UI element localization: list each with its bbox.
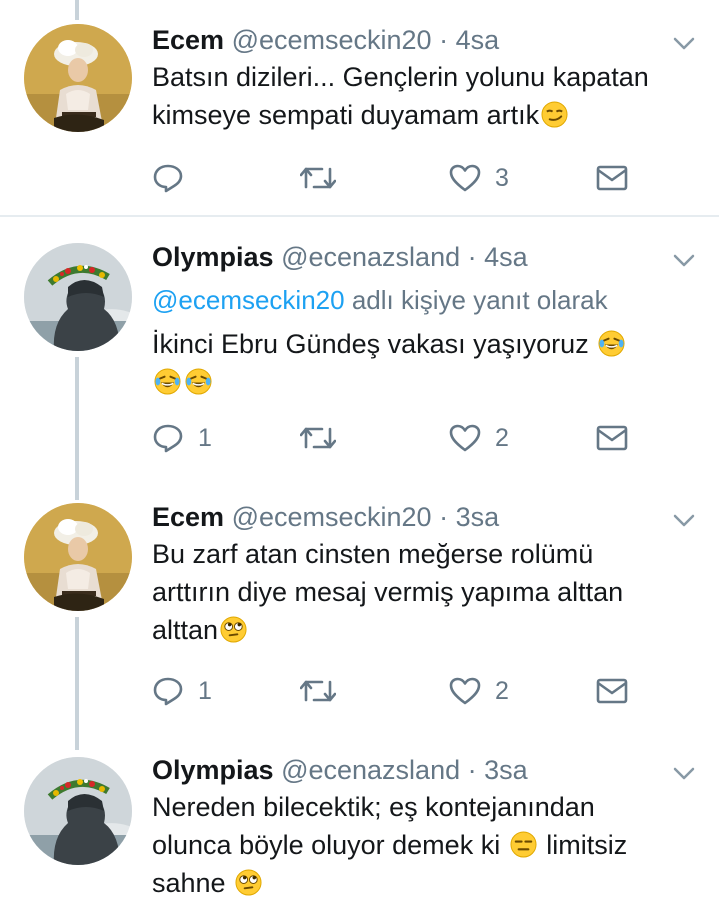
reply-count: 1 bbox=[198, 424, 212, 452]
tweet[interactable]: Olympias @ecenazsland · 4sa @ecemseckin2… bbox=[0, 217, 719, 480]
direct-message-button[interactable] bbox=[596, 676, 628, 706]
separator-dot: · bbox=[467, 242, 477, 272]
tears-of-joy-emoji bbox=[598, 330, 625, 357]
rolling-eyes-emoji bbox=[235, 869, 262, 896]
retweet-icon bbox=[300, 423, 336, 453]
like-button[interactable]: 2 bbox=[449, 423, 509, 453]
retweet-icon bbox=[300, 163, 336, 193]
tweet-text-line: alttan bbox=[152, 615, 219, 645]
author-handle[interactable]: @ecenazsland bbox=[281, 242, 460, 272]
reply-button[interactable]: 1 bbox=[152, 423, 212, 453]
author-name[interactable]: Ecem bbox=[152, 502, 224, 532]
separator-dot: · bbox=[439, 502, 449, 532]
like-count: 2 bbox=[495, 677, 509, 705]
tweet-text-line: limitsiz bbox=[546, 830, 628, 860]
author-handle[interactable]: @ecemseckin20 bbox=[232, 502, 432, 532]
timestamp[interactable]: 3sa bbox=[484, 755, 528, 785]
tears-of-joy-emoji bbox=[185, 368, 212, 395]
like-button[interactable]: 2 bbox=[449, 676, 509, 706]
tweet-header: Ecem @ecemseckin20 · 3sa bbox=[152, 500, 499, 534]
replying-to: @ecemseckin20 adlı kişiye yanıt olarak bbox=[152, 283, 608, 317]
thread-line bbox=[75, 617, 79, 750]
tears-of-joy-emoji bbox=[154, 368, 181, 395]
retweet-icon bbox=[300, 676, 336, 706]
retweet-button[interactable] bbox=[300, 676, 336, 706]
heart-icon bbox=[449, 163, 481, 193]
tweet-text: Batsın dizileri... Gençlerin yolunu kapa… bbox=[152, 58, 712, 134]
retweet-button[interactable] bbox=[300, 163, 336, 193]
author-handle[interactable]: @ecemseckin20 bbox=[232, 25, 432, 55]
tweet-text-content: İkinci Ebru Gündeş vakası yaşıyoruz bbox=[152, 329, 589, 359]
chevron-down-icon[interactable] bbox=[673, 254, 695, 268]
smirking-face-emoji bbox=[541, 101, 568, 128]
expressionless-face-emoji bbox=[510, 831, 537, 858]
tweet-text-line: sahne bbox=[152, 868, 226, 898]
rolling-eyes-emoji bbox=[220, 616, 247, 643]
author-name[interactable]: Olympias bbox=[152, 755, 274, 785]
tweet-text-content: Batsın dizileri... Gençlerin yolunu kapa… bbox=[152, 62, 649, 130]
tweet[interactable]: Olympias @ecenazsland · 3sa Nereden bile… bbox=[0, 750, 719, 924]
retweet-button[interactable] bbox=[300, 423, 336, 453]
tweet-actions: 1 2 bbox=[152, 423, 632, 453]
tweet-text: Bu zarf atan cinsten meğerse rolümü artt… bbox=[152, 535, 712, 649]
tweet-actions: 3 bbox=[152, 163, 632, 193]
like-count: 2 bbox=[495, 424, 509, 452]
avatar-ecem[interactable] bbox=[24, 24, 132, 132]
heart-icon bbox=[449, 423, 481, 453]
chevron-down-icon[interactable] bbox=[673, 767, 695, 781]
mention-link[interactable]: @ecemseckin20 bbox=[152, 285, 345, 315]
tweet-text: Nereden bilecektik; eş kontejanından olu… bbox=[152, 788, 712, 902]
timestamp[interactable]: 4sa bbox=[456, 25, 500, 55]
envelope-icon bbox=[596, 425, 628, 451]
reply-count: 1 bbox=[198, 677, 212, 705]
tweet-header: Olympias @ecenazsland · 3sa bbox=[152, 753, 528, 787]
tweet-text-line: Bu zarf atan cinsten meğerse rolümü bbox=[152, 539, 594, 569]
separator-dot: · bbox=[439, 25, 449, 55]
separator-dot: · bbox=[467, 755, 477, 785]
avatar-olympias[interactable] bbox=[24, 243, 132, 351]
author-name[interactable]: Olympias bbox=[152, 242, 274, 272]
chevron-down-icon[interactable] bbox=[673, 514, 695, 528]
heart-icon bbox=[449, 676, 481, 706]
chevron-down-icon[interactable] bbox=[673, 37, 695, 51]
author-name[interactable]: Ecem bbox=[152, 25, 224, 55]
author-handle[interactable]: @ecenazsland bbox=[281, 755, 460, 785]
direct-message-button[interactable] bbox=[596, 163, 628, 193]
timestamp[interactable]: 3sa bbox=[456, 502, 500, 532]
tweet-text: İkinci Ebru Gündeş vakası yaşıyoruz bbox=[152, 325, 712, 401]
reply-button[interactable]: 1 bbox=[152, 676, 212, 706]
tweet-text-line: olunca böyle oluyor demek ki bbox=[152, 830, 501, 860]
envelope-icon bbox=[596, 165, 628, 191]
tweet-header: Olympias @ecenazsland · 4sa bbox=[152, 240, 528, 274]
reply-icon bbox=[152, 676, 184, 706]
avatar-ecem[interactable] bbox=[24, 503, 132, 611]
direct-message-button[interactable] bbox=[596, 423, 628, 453]
tweet-text-line: Nereden bilecektik; eş kontejanından bbox=[152, 792, 595, 822]
thread-line bbox=[75, 357, 79, 480]
tweet[interactable]: Ecem @ecemseckin20 · 3sa Bu zarf atan ci… bbox=[0, 480, 719, 750]
reply-icon bbox=[152, 163, 184, 193]
reply-button[interactable] bbox=[152, 163, 184, 193]
like-button[interactable]: 3 bbox=[449, 163, 509, 193]
avatar-olympias[interactable] bbox=[24, 757, 132, 865]
tweet-actions: 1 2 bbox=[152, 676, 632, 706]
replying-to-label: adlı kişiye yanıt olarak bbox=[351, 285, 608, 315]
like-count: 3 bbox=[495, 164, 509, 192]
tweet[interactable]: Ecem @ecemseckin20 · 4sa Batsın dizileri… bbox=[0, 0, 719, 215]
reply-icon bbox=[152, 423, 184, 453]
envelope-icon bbox=[596, 678, 628, 704]
tweet-header: Ecem @ecemseckin20 · 4sa bbox=[152, 23, 499, 57]
tweet-text-line: arttırın diye mesaj vermiş yapıma alttan bbox=[152, 577, 624, 607]
timestamp[interactable]: 4sa bbox=[484, 242, 528, 272]
